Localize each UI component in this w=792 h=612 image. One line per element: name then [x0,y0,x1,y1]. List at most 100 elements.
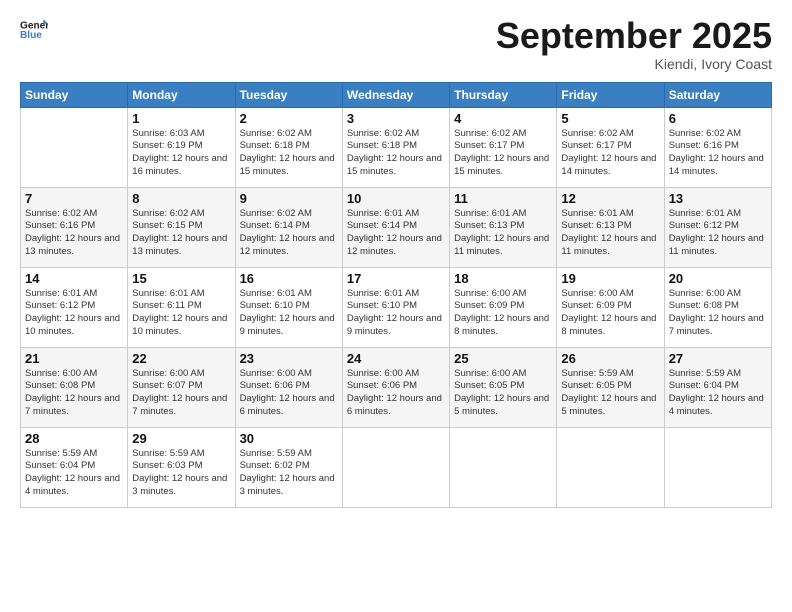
table-row: 11 Sunrise: 6:01 AMSunset: 6:13 PMDaylig… [450,187,557,267]
table-row: 24 Sunrise: 6:00 AMSunset: 6:06 PMDaylig… [342,347,449,427]
table-row: 25 Sunrise: 6:00 AMSunset: 6:05 PMDaylig… [450,347,557,427]
table-row: 19 Sunrise: 6:00 AMSunset: 6:09 PMDaylig… [557,267,664,347]
day-info: Sunrise: 5:59 AMSunset: 6:04 PMDaylight:… [669,368,767,419]
day-info: Sunrise: 6:00 AMSunset: 6:05 PMDaylight:… [454,368,552,419]
day-number: 1 [132,111,230,126]
table-row: 9 Sunrise: 6:02 AMSunset: 6:14 PMDayligh… [235,187,342,267]
day-info: Sunrise: 6:00 AMSunset: 6:09 PMDaylight:… [561,288,659,339]
location-subtitle: Kiendi, Ivory Coast [496,56,772,72]
table-row: 2 Sunrise: 6:02 AMSunset: 6:18 PMDayligh… [235,107,342,187]
table-row: 29 Sunrise: 5:59 AMSunset: 6:03 PMDaylig… [128,427,235,507]
table-row [342,427,449,507]
table-row: 22 Sunrise: 6:00 AMSunset: 6:07 PMDaylig… [128,347,235,427]
day-info: Sunrise: 6:02 AMSunset: 6:14 PMDaylight:… [240,208,338,259]
day-number: 9 [240,191,338,206]
calendar-week-row: 21 Sunrise: 6:00 AMSunset: 6:08 PMDaylig… [21,347,772,427]
day-number: 7 [25,191,123,206]
day-info: Sunrise: 6:01 AMSunset: 6:10 PMDaylight:… [347,288,445,339]
table-row: 27 Sunrise: 5:59 AMSunset: 6:04 PMDaylig… [664,347,771,427]
day-info: Sunrise: 6:01 AMSunset: 6:14 PMDaylight:… [347,208,445,259]
day-number: 29 [132,431,230,446]
calendar-header-row: Sunday Monday Tuesday Wednesday Thursday… [21,82,772,107]
day-number: 13 [669,191,767,206]
day-number: 25 [454,351,552,366]
calendar-week-row: 7 Sunrise: 6:02 AMSunset: 6:16 PMDayligh… [21,187,772,267]
table-row: 26 Sunrise: 5:59 AMSunset: 6:05 PMDaylig… [557,347,664,427]
logo: General Blue [20,16,48,44]
day-number: 16 [240,271,338,286]
col-sunday: Sunday [21,82,128,107]
day-info: Sunrise: 6:02 AMSunset: 6:18 PMDaylight:… [240,128,338,179]
table-row: 12 Sunrise: 6:01 AMSunset: 6:13 PMDaylig… [557,187,664,267]
day-info: Sunrise: 6:00 AMSunset: 6:07 PMDaylight:… [132,368,230,419]
day-number: 19 [561,271,659,286]
col-friday: Friday [557,82,664,107]
table-row: 15 Sunrise: 6:01 AMSunset: 6:11 PMDaylig… [128,267,235,347]
calendar-week-row: 14 Sunrise: 6:01 AMSunset: 6:12 PMDaylig… [21,267,772,347]
header: General Blue September 2025 Kiendi, Ivor… [20,16,772,72]
day-info: Sunrise: 6:00 AMSunset: 6:08 PMDaylight:… [25,368,123,419]
day-number: 12 [561,191,659,206]
day-number: 15 [132,271,230,286]
table-row: 8 Sunrise: 6:02 AMSunset: 6:15 PMDayligh… [128,187,235,267]
table-row: 21 Sunrise: 6:00 AMSunset: 6:08 PMDaylig… [21,347,128,427]
day-number: 6 [669,111,767,126]
day-number: 23 [240,351,338,366]
table-row [664,427,771,507]
day-number: 2 [240,111,338,126]
title-block: September 2025 Kiendi, Ivory Coast [496,16,772,72]
table-row: 16 Sunrise: 6:01 AMSunset: 6:10 PMDaylig… [235,267,342,347]
page: General Blue September 2025 Kiendi, Ivor… [0,0,792,612]
day-info: Sunrise: 6:01 AMSunset: 6:12 PMDaylight:… [25,288,123,339]
day-number: 14 [25,271,123,286]
day-info: Sunrise: 5:59 AMSunset: 6:03 PMDaylight:… [132,448,230,499]
day-info: Sunrise: 6:02 AMSunset: 6:17 PMDaylight:… [454,128,552,179]
day-info: Sunrise: 5:59 AMSunset: 6:05 PMDaylight:… [561,368,659,419]
month-title: September 2025 [496,16,772,56]
col-saturday: Saturday [664,82,771,107]
table-row [21,107,128,187]
logo-icon: General Blue [20,16,48,44]
svg-text:Blue: Blue [20,30,42,41]
day-info: Sunrise: 6:00 AMSunset: 6:06 PMDaylight:… [347,368,445,419]
day-info: Sunrise: 6:02 AMSunset: 6:17 PMDaylight:… [561,128,659,179]
table-row: 20 Sunrise: 6:00 AMSunset: 6:08 PMDaylig… [664,267,771,347]
table-row: 7 Sunrise: 6:02 AMSunset: 6:16 PMDayligh… [21,187,128,267]
day-info: Sunrise: 6:01 AMSunset: 6:13 PMDaylight:… [454,208,552,259]
table-row [557,427,664,507]
day-info: Sunrise: 6:02 AMSunset: 6:18 PMDaylight:… [347,128,445,179]
calendar-week-row: 28 Sunrise: 5:59 AMSunset: 6:04 PMDaylig… [21,427,772,507]
table-row: 23 Sunrise: 6:00 AMSunset: 6:06 PMDaylig… [235,347,342,427]
table-row: 3 Sunrise: 6:02 AMSunset: 6:18 PMDayligh… [342,107,449,187]
day-info: Sunrise: 6:02 AMSunset: 6:16 PMDaylight:… [669,128,767,179]
day-info: Sunrise: 5:59 AMSunset: 6:04 PMDaylight:… [25,448,123,499]
day-number: 4 [454,111,552,126]
col-thursday: Thursday [450,82,557,107]
day-info: Sunrise: 6:02 AMSunset: 6:16 PMDaylight:… [25,208,123,259]
table-row: 10 Sunrise: 6:01 AMSunset: 6:14 PMDaylig… [342,187,449,267]
day-number: 24 [347,351,445,366]
table-row: 5 Sunrise: 6:02 AMSunset: 6:17 PMDayligh… [557,107,664,187]
day-info: Sunrise: 5:59 AMSunset: 6:02 PMDaylight:… [240,448,338,499]
day-number: 10 [347,191,445,206]
day-info: Sunrise: 6:01 AMSunset: 6:12 PMDaylight:… [669,208,767,259]
day-info: Sunrise: 6:01 AMSunset: 6:10 PMDaylight:… [240,288,338,339]
day-number: 8 [132,191,230,206]
table-row: 13 Sunrise: 6:01 AMSunset: 6:12 PMDaylig… [664,187,771,267]
table-row: 14 Sunrise: 6:01 AMSunset: 6:12 PMDaylig… [21,267,128,347]
col-monday: Monday [128,82,235,107]
day-number: 20 [669,271,767,286]
day-number: 18 [454,271,552,286]
day-info: Sunrise: 6:02 AMSunset: 6:15 PMDaylight:… [132,208,230,259]
table-row: 6 Sunrise: 6:02 AMSunset: 6:16 PMDayligh… [664,107,771,187]
table-row: 18 Sunrise: 6:00 AMSunset: 6:09 PMDaylig… [450,267,557,347]
col-wednesday: Wednesday [342,82,449,107]
day-number: 27 [669,351,767,366]
day-info: Sunrise: 6:00 AMSunset: 6:06 PMDaylight:… [240,368,338,419]
table-row: 4 Sunrise: 6:02 AMSunset: 6:17 PMDayligh… [450,107,557,187]
table-row: 17 Sunrise: 6:01 AMSunset: 6:10 PMDaylig… [342,267,449,347]
day-info: Sunrise: 6:00 AMSunset: 6:09 PMDaylight:… [454,288,552,339]
table-row [450,427,557,507]
day-number: 21 [25,351,123,366]
day-info: Sunrise: 6:01 AMSunset: 6:11 PMDaylight:… [132,288,230,339]
